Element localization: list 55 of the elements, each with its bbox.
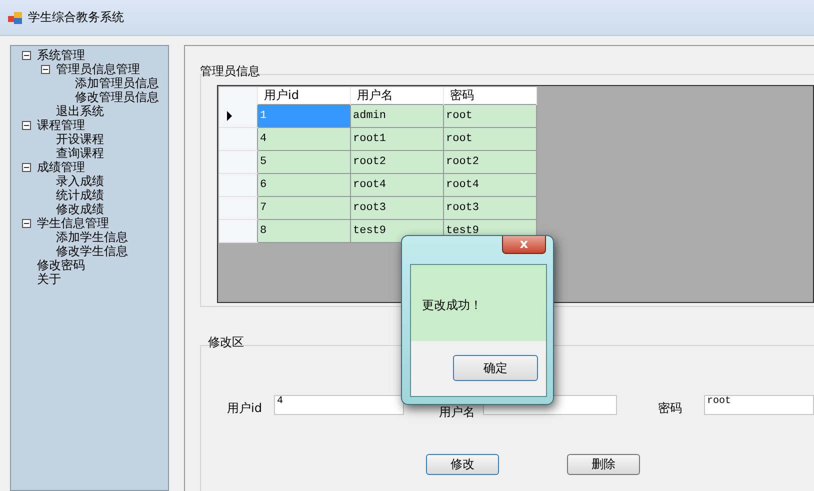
field-label: 密码 [658, 400, 683, 417]
table-cell[interactable]: root2 [444, 150, 536, 174]
column-header[interactable]: 密码 [444, 87, 536, 104]
table-cell[interactable]: 7 [258, 196, 350, 220]
table-cell[interactable]: root3 [350, 196, 444, 220]
tree-item[interactable]: 课程管理 [37, 118, 85, 132]
table-cell[interactable]: root4 [350, 174, 444, 196]
group-title: 修改区 [207, 334, 245, 351]
input-field[interactable]: 4 [274, 394, 404, 414]
tree-item[interactable]: 修改成绩 [56, 202, 104, 216]
action-button[interactable]: 修改 [426, 454, 499, 475]
table-cell[interactable]: root4 [444, 174, 536, 196]
message-text: 更改成功！ [411, 265, 546, 341]
tree-item[interactable]: 修改密码 [37, 258, 85, 272]
field-label: 用户id [227, 400, 263, 417]
table-cell[interactable]: root [444, 104, 536, 128]
app-icon [8, 10, 22, 24]
collapse-icon[interactable] [22, 120, 31, 130]
table-cell[interactable]: root1 [350, 128, 444, 150]
group-title: 管理员信息 [200, 63, 261, 80]
ok-button[interactable]: 确定 [453, 355, 538, 381]
tree-item[interactable]: 学生信息管理 [37, 216, 109, 230]
collapse-icon[interactable] [22, 50, 31, 60]
tree-item[interactable]: 添加学生信息 [56, 230, 128, 244]
table-cell[interactable]: 6 [258, 174, 350, 196]
tree-item[interactable]: 退出系统 [56, 104, 104, 118]
window-title: 学生综合教务系统 [28, 9, 124, 26]
table-cell[interactable]: root3 [444, 196, 536, 220]
table-cell[interactable]: root [444, 128, 536, 150]
tree-item[interactable]: 修改学生信息 [56, 244, 128, 258]
table-cell[interactable]: admin [350, 104, 444, 128]
tree-item[interactable]: 成绩管理 [37, 160, 85, 174]
table-cell[interactable]: 8 [258, 220, 350, 242]
action-button[interactable]: 删除 [567, 454, 640, 475]
collapse-icon[interactable] [22, 162, 31, 172]
current-row-icon [227, 110, 232, 121]
tree-item[interactable]: 添加管理员信息 [75, 76, 159, 90]
collapse-icon[interactable] [41, 64, 50, 74]
table-cell[interactable]: 4 [258, 128, 350, 150]
tree-item[interactable]: 查询课程 [56, 146, 104, 160]
tree-item[interactable]: 统计成绩 [56, 188, 104, 202]
tree-item[interactable]: 关于 [37, 272, 61, 286]
tree-item[interactable]: 录入成绩 [56, 174, 104, 188]
tree-item[interactable]: 开设课程 [56, 132, 104, 146]
tree-item[interactable]: 系统管理 [37, 48, 85, 62]
tree-item[interactable]: 管理员信息管理 [56, 62, 140, 76]
column-header[interactable]: 用户名 [350, 87, 444, 104]
collapse-icon[interactable] [22, 218, 31, 228]
input-field[interactable]: root [704, 394, 814, 414]
column-header[interactable]: 用户id [258, 87, 350, 104]
tree-item[interactable]: 修改管理员信息 [75, 90, 159, 104]
table-cell[interactable]: 5 [258, 150, 350, 174]
row-header[interactable] [219, 104, 258, 128]
table-cell[interactable]: root2 [350, 150, 444, 174]
field-label: 用户名 [439, 404, 476, 421]
